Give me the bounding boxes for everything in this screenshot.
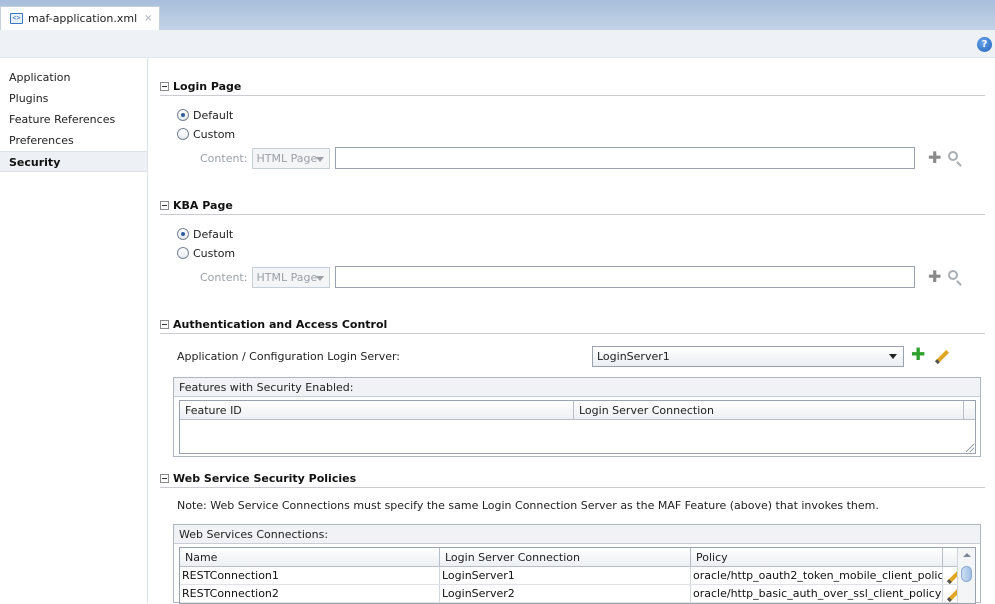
ws-row-policy: oracle/http_basic_auth_over_ssl_client_p…	[693, 585, 943, 602]
collapse-icon[interactable]	[160, 201, 169, 210]
login-custom-radio[interactable]	[177, 128, 189, 140]
login-content-row: Content: HTML Page	[200, 147, 916, 169]
table-row[interactable]: RESTConnection2 LoginServer2 oracle/http…	[180, 585, 975, 603]
column-login-server-connection[interactable]: Login Server Connection	[574, 401, 964, 419]
chevron-down-icon	[316, 275, 325, 281]
edit-icon[interactable]	[934, 349, 950, 365]
kba-content-label: Content:	[200, 270, 248, 284]
add-icon: ✚	[928, 267, 942, 286]
column-login-server-connection[interactable]: Login Server Connection	[440, 548, 691, 566]
login-default-radio[interactable]	[177, 109, 189, 121]
sidebar-item-preferences[interactable]: Preferences	[0, 130, 147, 151]
overview-sidebar: Application Plugins Feature References P…	[0, 58, 148, 603]
chevron-down-icon	[889, 354, 897, 359]
scroll-thumb[interactable]	[961, 566, 972, 582]
column-name[interactable]: Name	[180, 548, 440, 566]
kba-default-option[interactable]: Default	[177, 226, 233, 242]
kba-custom-option[interactable]: Custom	[177, 245, 235, 261]
features-caption: Features with Security Enabled:	[174, 378, 980, 397]
collapse-icon[interactable]	[160, 474, 169, 483]
help-icon[interactable]: ?	[977, 37, 992, 52]
features-table-header: Feature ID Login Server Connection	[180, 401, 975, 420]
kba-content-input[interactable]	[335, 266, 916, 288]
sidebar-item-plugins[interactable]: Plugins	[0, 88, 147, 109]
ws-note: Note: Web Service Connections must speci…	[177, 499, 879, 512]
login-server-label: Application / Configuration Login Server…	[177, 350, 401, 363]
kba-page-section-header[interactable]: KBA Page	[160, 197, 985, 215]
ws-row-name: RESTConnection1	[180, 567, 440, 584]
login-server-value: LoginServer1	[597, 350, 670, 363]
sidebar-item-security[interactable]: Security	[0, 151, 147, 172]
xml-file-icon: <>	[10, 13, 23, 24]
login-default-option[interactable]: Default	[177, 107, 233, 123]
ws-row-name: RESTConnection2	[180, 585, 440, 602]
login-custom-option[interactable]: Custom	[177, 126, 235, 142]
ws-table-scrollbar[interactable]	[957, 548, 975, 603]
kba-custom-label: Custom	[193, 246, 236, 260]
login-server-select[interactable]: LoginServer1	[592, 346, 904, 367]
features-table[interactable]: Feature ID Login Server Connection	[179, 400, 976, 454]
login-content-type-value: HTML Page	[256, 151, 318, 165]
resize-handle[interactable]	[966, 444, 974, 452]
editor-toolbar: ?	[0, 30, 995, 58]
collapse-icon[interactable]	[160, 82, 169, 91]
kba-content-type-select: HTML Page	[252, 266, 331, 288]
security-page: Login Page Default Custom Content: HTML …	[148, 58, 995, 604]
ws-title: Web Service Security Policies	[173, 472, 357, 485]
login-page-title: Login Page	[173, 80, 242, 93]
kba-default-label: Default	[193, 227, 234, 241]
kba-page-title: KBA Page	[173, 199, 233, 212]
sidebar-item-feature-references[interactable]: Feature References	[0, 109, 147, 130]
ws-row-login: LoginServer2	[440, 585, 691, 602]
login-content-label: Content:	[200, 151, 248, 165]
kba-content-type-value: HTML Page	[256, 270, 318, 284]
auth-title: Authentication and Access Control	[173, 318, 388, 331]
login-custom-label: Custom	[193, 127, 236, 141]
collapse-icon[interactable]	[160, 320, 169, 329]
close-icon[interactable]: ×	[144, 13, 152, 24]
login-content-type-select: HTML Page	[252, 147, 331, 169]
column-feature-id[interactable]: Feature ID	[180, 401, 574, 419]
kba-custom-radio[interactable]	[177, 247, 189, 259]
editor-tab-bar: <> maf-application.xml ×	[0, 0, 995, 30]
kba-default-radio[interactable]	[177, 228, 189, 240]
ws-connections-caption: Web Services Connections:	[174, 525, 980, 544]
tab-label: maf-application.xml	[28, 12, 138, 25]
ws-connections-panel: Web Services Connections: Name Login Ser…	[173, 524, 981, 604]
ws-table-header: Name Login Server Connection Policy	[180, 548, 975, 567]
tab-maf-application[interactable]: <> maf-application.xml ×	[0, 6, 160, 30]
scroll-up-icon[interactable]	[963, 553, 971, 557]
add-login-server-icon[interactable]: ✚	[911, 347, 925, 364]
table-row[interactable]: RESTConnection1 LoginServer1 oracle/http…	[180, 567, 975, 585]
features-panel: Features with Security Enabled: Feature …	[173, 377, 981, 457]
chevron-down-icon	[316, 156, 325, 162]
column-policy[interactable]: Policy	[691, 548, 943, 566]
search-icon	[948, 151, 958, 161]
add-icon: ✚	[928, 148, 942, 167]
ws-row-policy: oracle/http_oauth2_token_mobile_client_p…	[693, 567, 943, 584]
ws-section-header[interactable]: Web Service Security Policies	[160, 470, 985, 488]
login-page-section-header[interactable]: Login Page	[160, 78, 985, 96]
auth-section-header[interactable]: Authentication and Access Control	[160, 316, 985, 334]
kba-content-row: Content: HTML Page	[200, 266, 916, 288]
ws-connections-table[interactable]: Name Login Server Connection Policy REST…	[179, 547, 976, 604]
ws-row-login: LoginServer1	[440, 567, 691, 584]
search-icon	[948, 270, 958, 280]
login-default-label: Default	[193, 108, 234, 122]
login-content-input[interactable]	[335, 147, 916, 169]
sidebar-item-application[interactable]: Application	[0, 67, 147, 88]
